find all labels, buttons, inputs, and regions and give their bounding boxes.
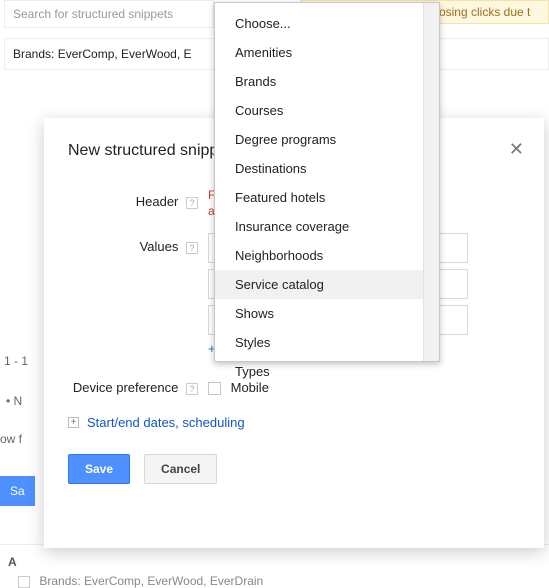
search-input-bg[interactable]: Search for structured snippets [4,0,214,28]
dropdown-item[interactable]: Neighborhoods [215,241,439,270]
device-label: Device preference ? [68,374,208,395]
dropdown-item[interactable]: Amenities [215,38,439,67]
bg-pager: 1 - 1 [0,350,32,372]
bg-save-ghost: Sa [0,476,35,506]
dropdown-item[interactable]: Choose... [215,9,439,38]
dropdown-item[interactable]: Insurance coverage [215,212,439,241]
dropdown-item[interactable]: Courses [215,96,439,125]
schedule-expand[interactable]: + Start/end dates, scheduling [68,415,520,430]
checkbox-icon [18,576,30,588]
header-dropdown[interactable]: Choose...AmenitiesBrandsCoursesDegree pr… [214,2,440,362]
bg-fragment-ow: ow f [0,432,22,446]
dropdown-item[interactable]: Shows [215,299,439,328]
save-button[interactable]: Save [68,454,130,484]
dropdown-item[interactable]: Types [215,357,439,386]
cancel-button[interactable]: Cancel [144,454,217,484]
bg-row-brands-2: Brands: EverComp, EverWood, EverDrain [18,574,263,588]
help-icon[interactable]: ? [186,383,198,395]
dropdown-item[interactable]: Featured hotels [215,183,439,212]
button-row: Save Cancel [68,454,520,484]
dropdown-item[interactable]: Destinations [215,154,439,183]
plus-icon: + [68,417,79,428]
help-icon[interactable]: ? [186,197,198,209]
dropdown-item[interactable]: Service catalog [215,270,439,299]
dropdown-item[interactable]: Brands [215,67,439,96]
header-label: Header ? [68,188,208,209]
bg-fragment-n: • N [6,394,22,408]
dropdown-item[interactable]: Styles [215,328,439,357]
close-icon[interactable]: ✕ [509,140,524,158]
dropdown-item[interactable]: Degree programs [215,125,439,154]
values-label: Values ? [68,233,208,254]
help-icon[interactable]: ? [186,242,198,254]
